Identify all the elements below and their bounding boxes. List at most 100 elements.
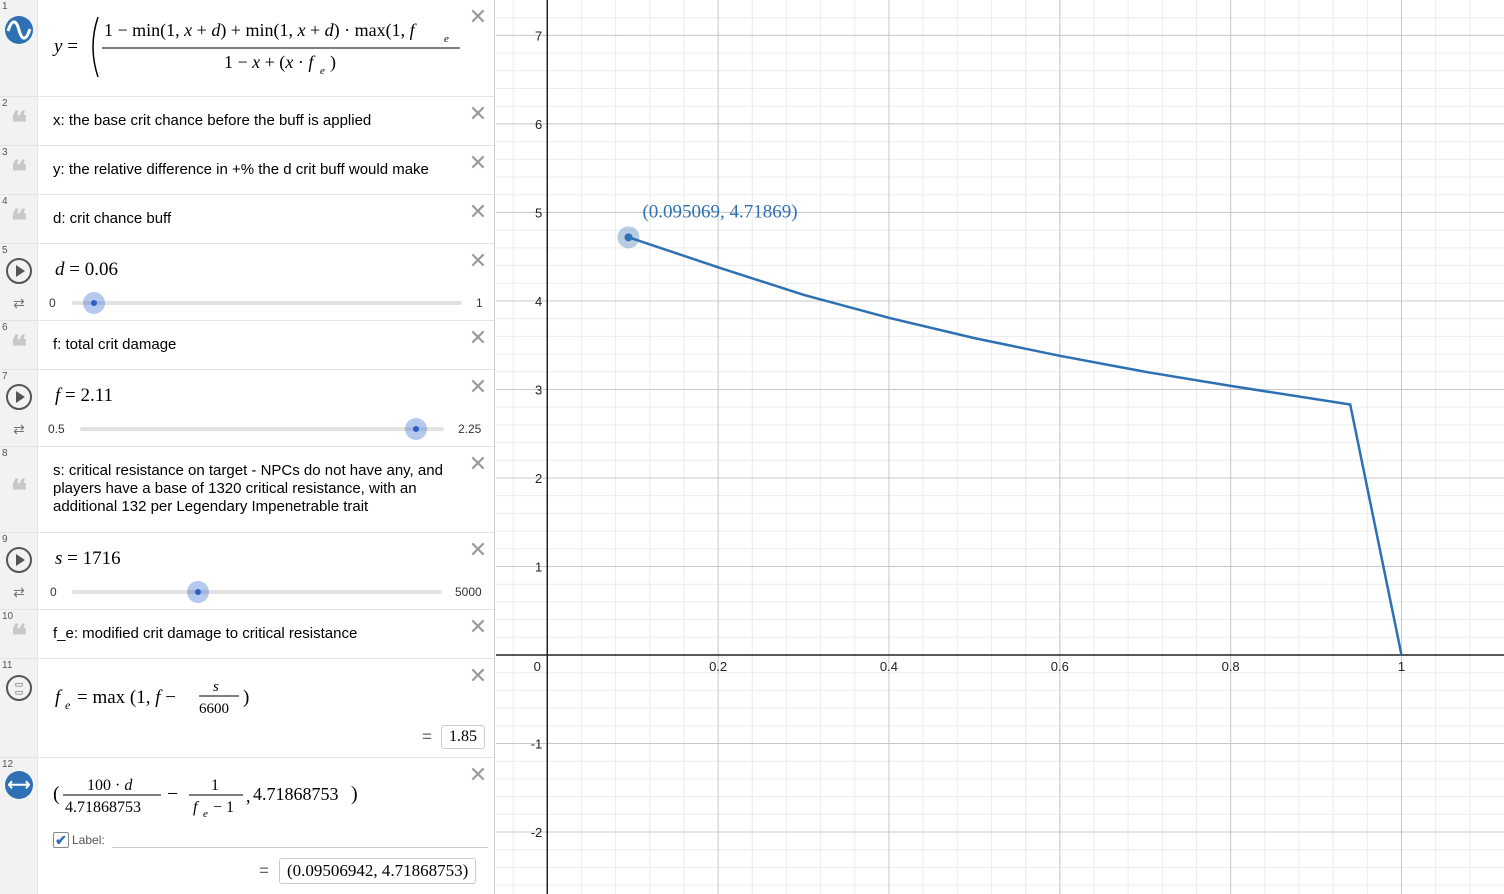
note-text[interactable]: s: critical resistance on target - NPCs … [53,462,455,516]
expression-8[interactable]: 8 ❝ s: critical resistance on target - N… [0,447,494,533]
y-tick-label: 4 [535,294,542,309]
delete-expression-icon[interactable]: ✕ [467,375,489,400]
slider-value: 1716 [82,548,121,569]
expression-index: 2 [2,98,8,109]
svg-text:6600: 6600 [199,701,229,717]
expression-7-slider-f[interactable]: 7 ⇄ f = 2.11 0.5 2.25 ✕ [0,370,494,447]
variable-name: f [55,385,61,406]
loop-icon[interactable]: ⇄ [4,577,34,607]
expression-5-slider-d[interactable]: 5 ⇄ d = 0.06 0 1 ✕ [0,244,494,321]
slider-handle[interactable] [83,292,105,314]
expression-2[interactable]: 2 ❝ x: the base crit chance before the b… [0,97,494,146]
x-tick-label: 0.6 [1051,659,1069,674]
expression-6[interactable]: 6 ❝ f: total crit damage ✕ [0,321,494,370]
delete-expression-icon[interactable]: ✕ [467,452,489,477]
delete-expression-icon[interactable]: ✕ [467,102,489,127]
y-tick-label: 6 [535,117,542,132]
function-curve [628,236,1403,656]
delete-expression-icon[interactable]: ✕ [467,5,489,30]
y-tick-label: -2 [531,825,543,840]
note-text[interactable]: y: the relative difference in +% the d c… [53,161,455,179]
loop-icon[interactable]: ⇄ [4,288,34,318]
expression-3[interactable]: 3 ❝ y: the relative difference in +% the… [0,146,494,195]
expression-index: 5 [2,245,8,256]
expression-12[interactable]: 12 ⟷ ( 100 · d 4.71868753 − 1 f e − 1 , … [0,758,494,894]
expression-10[interactable]: 10 ❝ f_e: modified crit damage to critic… [0,610,494,659]
svg-text:1 − x + (x · f: 1 − x + (x · f [224,52,316,73]
svg-text:f: f [193,799,200,816]
y-tick-label: 3 [535,382,542,397]
svg-text:−: − [167,783,178,805]
note-text[interactable]: f: total crit damage [53,336,455,354]
label-caption: Label: [72,833,105,847]
slider-max[interactable]: 2.25 [458,422,481,436]
delete-expression-icon[interactable]: ✕ [467,763,489,788]
svg-text:1: 1 [211,777,219,794]
formula-point[interactable]: ( 100 · d 4.71868753 − 1 f e − 1 , 4.718… [53,772,373,822]
delete-expression-icon[interactable]: ✕ [467,664,489,689]
svg-text:e: e [444,33,449,45]
note-quote-icon: ❝ [10,330,28,365]
play-button[interactable] [4,382,34,412]
delete-expression-icon[interactable]: ✕ [467,249,489,274]
svg-text:= max (1, f −: = max (1, f − [77,687,176,708]
delete-expression-icon[interactable]: ✕ [467,200,489,225]
slider-track[interactable] [72,590,442,594]
play-button[interactable] [4,545,34,575]
delete-expression-icon[interactable]: ✕ [467,326,489,351]
delete-expression-icon[interactable]: ✕ [467,615,489,640]
slider-handle[interactable] [405,418,427,440]
svg-text:(: ( [53,783,60,805]
note-quote-icon: ❝ [10,474,28,509]
evaluation-result: 1.85 [441,725,485,749]
x-tick-label: 0.2 [709,659,727,674]
loop-icon[interactable]: ⇄ [4,414,34,444]
delete-expression-icon[interactable]: ✕ [467,538,489,563]
expression-index: 1 [2,1,8,12]
slider-max[interactable]: 5000 [455,585,482,599]
slider-track[interactable] [80,427,444,431]
table-toggle-icon[interactable]: ▭ ▭ [4,673,34,703]
expression-index: 11 [2,660,13,671]
slider-track[interactable] [72,301,462,305]
slider-min[interactable]: 0.5 [48,422,65,436]
slider-min[interactable]: 0 [50,585,57,599]
svg-text:f: f [55,687,63,708]
svg-text:e: e [65,698,71,712]
play-button[interactable] [4,256,34,286]
label-input[interactable] [112,847,488,848]
point-drag-icon[interactable]: ⟷ [4,770,34,800]
svg-text:s: s [213,679,219,695]
slider-formula[interactable]: s = 1716 [55,548,121,570]
slider-formula[interactable]: f = 2.11 [55,385,113,407]
x-tick-label: 1 [1398,659,1405,674]
note-text[interactable]: x: the base crit chance before the buff … [53,112,455,130]
formula-fe[interactable]: f e = max (1, f − s 6600 ) [55,675,275,719]
slider-min[interactable]: 0 [49,296,56,310]
note-text[interactable]: d: crit chance buff [53,210,455,228]
delete-expression-icon[interactable]: ✕ [467,151,489,176]
formula-y[interactable]: y = [54,36,78,58]
note-quote-icon: ❝ [10,619,28,654]
variable-name: s [55,548,63,569]
label-checkbox[interactable]: ✔ [53,832,69,848]
svg-text:1 − min(1, x + d) + min(1, x +: 1 − min(1, x + d) + min(1, x + d) · max(… [104,20,418,41]
slider-formula[interactable]: d = 0.06 [55,259,118,281]
graph-paper[interactable]: 0 0.2 0.4 0.6 0.8 1 7 6 5 4 3 2 1 -1 -2 (0.095069, 4.71… [496,0,1504,894]
expression-11[interactable]: 11 ▭ ▭ f e = max (1, f − s 6600 ) = 1.85 … [0,659,494,758]
expression-9-slider-s[interactable]: 9 ⇄ s = 1716 0 5000 ✕ [0,533,494,610]
svg-text:,: , [246,786,251,806]
svg-text:100 · d: 100 · d [87,777,133,794]
expression-index: 9 [2,534,8,545]
variable-name: d [55,259,65,280]
graph-canvas[interactable]: 0 0.2 0.4 0.6 0.8 1 7 6 5 4 3 2 1 -1 -2 (0.095069, 4.71… [496,0,1504,894]
expression-4[interactable]: 4 ❝ d: crit chance buff ✕ [0,195,494,244]
slider-max[interactable]: 1 [476,296,483,310]
x-tick-label: 0.4 [880,659,898,674]
expression-1[interactable]: 1 y = 1 − min(1, x + d) + min(1, x + d) … [0,0,494,97]
x-tick-label: 0 [534,659,541,674]
highlighted-point [624,233,633,242]
slider-handle[interactable] [187,581,209,603]
note-text[interactable]: f_e: modified crit damage to critical re… [53,625,455,643]
formula-paren: 1 − min(1, x + d) + min(1, x + d) · max(… [92,16,460,78]
